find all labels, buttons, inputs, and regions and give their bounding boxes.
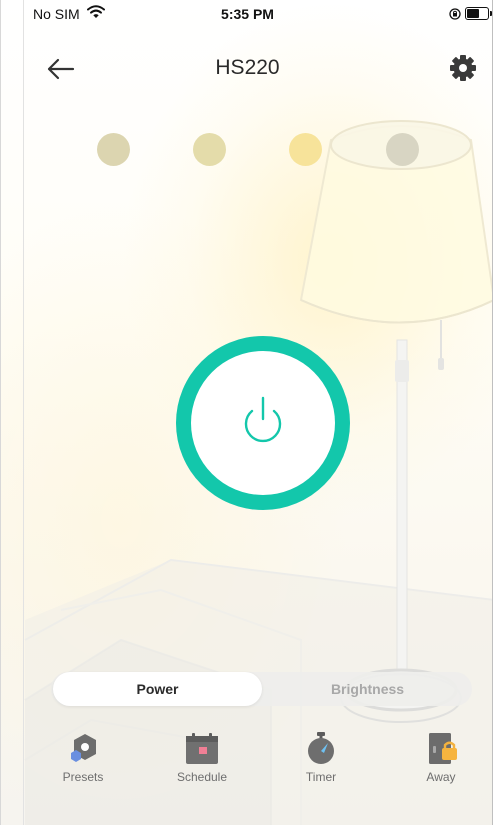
nav-schedule-label: Schedule [176, 770, 228, 784]
nav-schedule[interactable]: Schedule [157, 730, 247, 784]
page-title: HS220 [215, 56, 280, 79]
mode-tabs: Power Brightness [51, 672, 472, 706]
calendar-icon [184, 730, 220, 766]
nav-away-label: Away [426, 770, 456, 784]
bottom-nav: Presets Schedule Timer Away [1, 730, 493, 800]
presets-icon [65, 730, 101, 766]
gear-icon[interactable] [447, 52, 479, 84]
nav-presets[interactable]: Presets [38, 730, 128, 784]
top-bar: HS220 [1, 50, 493, 90]
nav-timer[interactable]: Timer [276, 730, 366, 784]
scene-preset-1[interactable] [97, 133, 130, 166]
orientation-lock-icon [449, 7, 461, 23]
tab-power[interactable]: Power [53, 672, 262, 706]
away-lock-icon [423, 730, 459, 766]
nav-away[interactable]: Away [396, 730, 486, 784]
power-button[interactable] [176, 336, 350, 510]
nav-presets-label: Presets [62, 770, 104, 784]
nav-timer-label: Timer [305, 770, 337, 784]
app-screen: No SIM 5:35 PM HS220 Power Brightness Pr… [0, 0, 493, 825]
frame-edge [23, 0, 24, 825]
power-icon [244, 396, 282, 443]
clock-time: 5:35 PM [221, 6, 274, 22]
status-bar: No SIM 5:35 PM [1, 0, 493, 28]
scene-preset-3[interactable] [289, 133, 322, 166]
scene-preset-2[interactable] [193, 133, 226, 166]
stopwatch-icon [303, 730, 339, 766]
tab-brightness[interactable]: Brightness [263, 672, 472, 706]
scene-preset-4[interactable] [386, 133, 419, 166]
battery-icon [465, 7, 492, 20]
